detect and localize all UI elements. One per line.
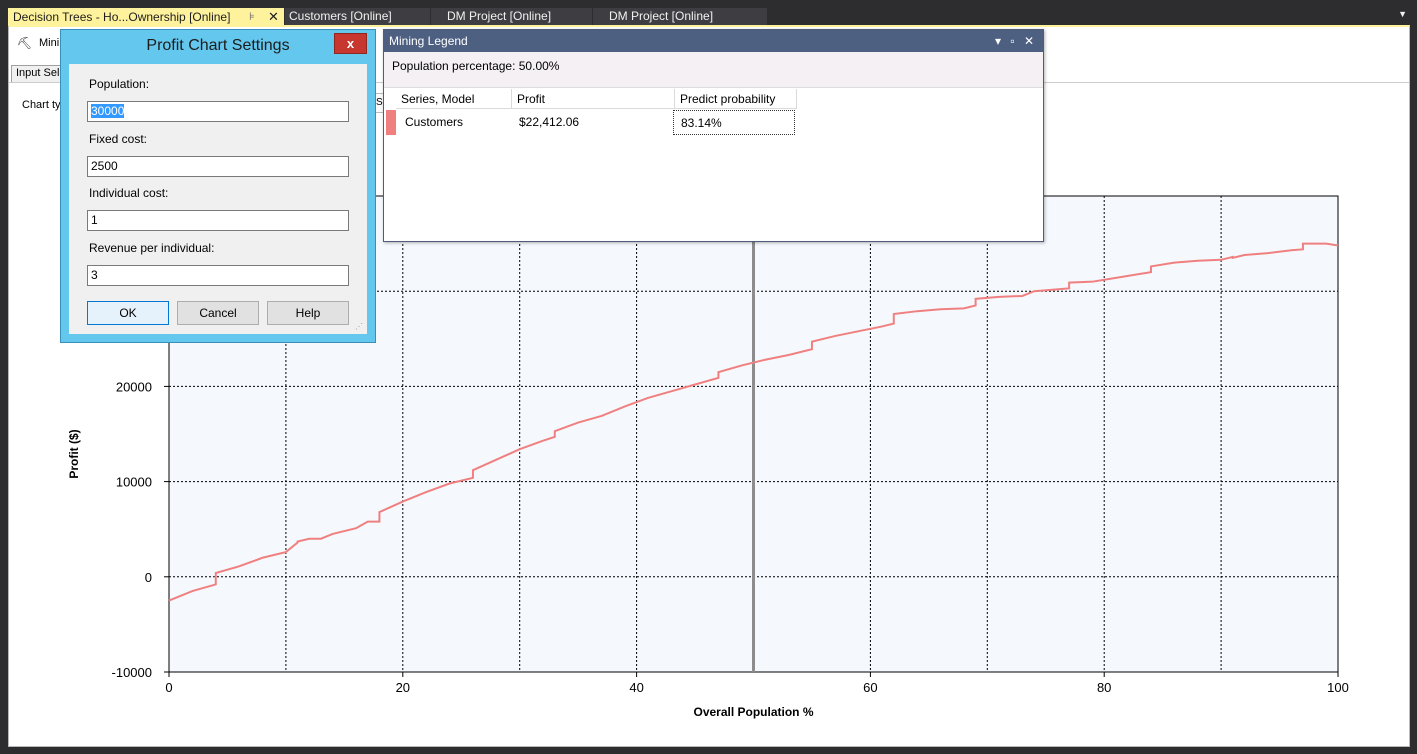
ok-button[interactable]: OK (87, 301, 169, 325)
individual-cost-label: Individual cost: (89, 186, 169, 200)
legend-title[interactable]: Mining Legend (384, 30, 1043, 52)
legend-window-buttons-icon[interactable]: ▾ ▫ ✕ (995, 30, 1037, 52)
population-label: Population: (89, 77, 150, 91)
y-tick-label: 10000 (116, 475, 152, 490)
x-axis-ticks: 0 20 40 60 80 100 (165, 672, 1349, 695)
revenue-per-individual-label: Revenue per individual: (89, 241, 215, 255)
column-header-profit[interactable]: Profit (512, 89, 675, 109)
legend-cell-series: Customers (405, 115, 464, 129)
legend-cell-profit: $22,412.06 (519, 115, 580, 129)
x-tick-label: 0 (165, 680, 172, 695)
individual-cost-field[interactable]: 1 (87, 210, 349, 231)
help-button[interactable]: Help (267, 301, 349, 325)
profit-chart-settings-dialog: Profit Chart Settings x Population: 3000… (60, 29, 376, 343)
x-axis-label: Overall Population % (693, 705, 813, 719)
legend-cell-probability: 83.14% (673, 110, 795, 135)
y-tick-label: 20000 (116, 379, 152, 394)
fixed-cost-field[interactable]: 2500 (87, 156, 349, 177)
dialog-body: Population: 30000 Fixed cost: 2500 Indiv… (69, 64, 367, 334)
y-tick-label: 0 (145, 570, 152, 585)
population-percentage-text: Population percentage: 50.00% (384, 52, 1043, 88)
population-field[interactable]: 30000 (87, 101, 349, 122)
y-axis-ticks: -10000 0 10000 20000 (112, 379, 169, 680)
column-header-predict-probability[interactable]: Predict probability (675, 89, 797, 109)
y-axis-label: Profit ($) (67, 429, 81, 478)
x-tick-label: 100 (1327, 680, 1349, 695)
y-tick-label: -10000 (112, 665, 152, 680)
dialog-title: Profit Chart Settings (146, 37, 290, 54)
resize-grip-icon[interactable]: ⋰ (355, 322, 365, 332)
revenue-per-individual-field[interactable]: 3 (87, 265, 349, 286)
fixed-cost-label: Fixed cost: (89, 132, 148, 146)
x-tick-label: 20 (396, 680, 410, 695)
dialog-close-button[interactable]: x (334, 33, 367, 54)
series-color-swatch (386, 110, 396, 135)
x-tick-label: 80 (1097, 680, 1111, 695)
mining-legend-window: Mining Legend ▾ ▫ ✕ Population percentag… (383, 29, 1044, 242)
cancel-button[interactable]: Cancel (177, 301, 259, 325)
x-tick-label: 60 (863, 680, 877, 695)
column-header-series-model[interactable]: Series, Model (396, 89, 512, 109)
x-tick-label: 40 (629, 680, 643, 695)
